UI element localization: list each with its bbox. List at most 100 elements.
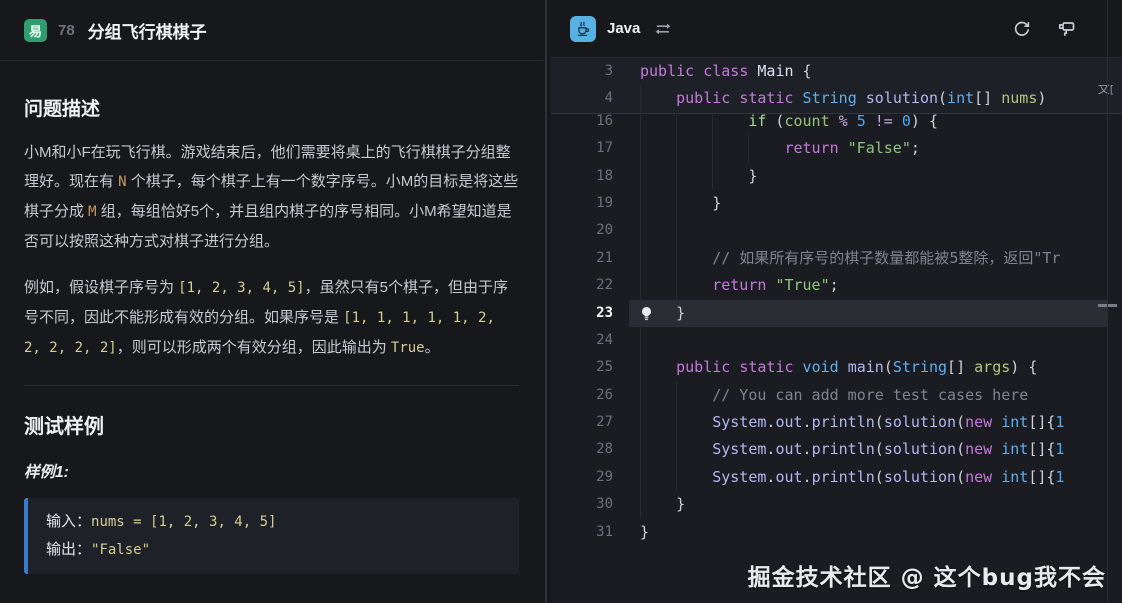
indent-guide xyxy=(640,464,676,491)
indent-guide xyxy=(640,491,676,518)
code-lines: 16if (count % 5 != 0) {17return "False";… xyxy=(551,114,1108,546)
editor-panel: Java xyxy=(551,0,1122,603)
section-divider xyxy=(24,385,519,386)
line-number: 18 xyxy=(551,163,613,190)
sample-output-code: "False" xyxy=(91,542,150,558)
sample-1-block: 输入：nums = [1, 2, 3, 4, 5] 输出："False" xyxy=(24,498,519,574)
problem-paragraph: 例如，假设棋子序号为 [1, 2, 3, 4, 5]，虽然只有5个棋子，但由于序… xyxy=(24,273,519,363)
indent-guide xyxy=(640,272,676,299)
indent-guide xyxy=(640,135,676,162)
sample-output-label: 输出： xyxy=(46,541,91,558)
indent-guide xyxy=(676,464,712,491)
inline-code: True xyxy=(391,340,425,356)
line-number: 26 xyxy=(551,382,613,409)
editor-header: Java xyxy=(551,0,1122,58)
indent-guide xyxy=(676,409,712,436)
indent-guide xyxy=(676,163,712,190)
sample-output-row: 输出："False" xyxy=(46,536,501,564)
code-line: 27System.out.println(solution(new int[]{… xyxy=(551,409,1108,436)
indent-guide xyxy=(712,163,748,190)
indent-guide xyxy=(640,354,676,381)
code-line: 19} xyxy=(551,190,1108,217)
active-code-line: 23} xyxy=(551,300,1108,327)
inline-code: N xyxy=(118,174,126,190)
problem-body: 问题描述 小M和小F在玩飞行棋。游戏结束后，他们需要将桌上的飞行棋棋子分组整理好… xyxy=(0,61,543,603)
line-number: 21 xyxy=(551,245,613,272)
indent-guide xyxy=(676,436,712,463)
indent-guide xyxy=(640,382,676,409)
line-number: 3 xyxy=(551,58,613,85)
line-number: 22 xyxy=(551,272,613,299)
reset-code-icon[interactable] xyxy=(1013,20,1031,38)
line-number: 31 xyxy=(551,519,613,546)
sticky-scroll-lines: 3public class Main {4public static Strin… xyxy=(551,58,1122,114)
line-number: 24 xyxy=(551,327,613,354)
code-line: 31} xyxy=(551,519,1108,546)
code-line: 22return "True"; xyxy=(551,272,1108,299)
watermark-text: 掘金技术社区 @ 这个bug我不会 xyxy=(748,558,1106,592)
code-line: 24 xyxy=(551,327,1108,354)
inline-code: [1, 2, 3, 4, 5] xyxy=(178,280,304,296)
line-number: 19 xyxy=(551,190,613,217)
sample-1-label: 样例1: xyxy=(24,460,519,482)
description-heading: 问题描述 xyxy=(24,94,519,121)
inline-code: [1, 1, 1, 1, 1, 2, 2, 2, 2, 2] xyxy=(24,310,495,356)
code-line: 30} xyxy=(551,491,1108,518)
line-number: 30 xyxy=(551,491,613,518)
indent-guide xyxy=(640,327,676,354)
problem-panel: 易 78 分组飞行棋棋子 问题描述 小M和小F在玩飞行棋。游戏结束后，他们需要将… xyxy=(0,0,543,603)
indent-guide xyxy=(676,245,712,272)
code-line: 4public static String solution(int[] num… xyxy=(551,85,1122,112)
problem-id: 78 xyxy=(58,22,75,39)
java-logo-icon xyxy=(570,16,596,42)
code-line: 17return "False"; xyxy=(551,135,1108,162)
code-line: 29System.out.println(solution(new int[]{… xyxy=(551,464,1108,491)
code-line: 18} xyxy=(551,163,1108,190)
indent-guide xyxy=(640,163,676,190)
swap-language-icon[interactable] xyxy=(654,22,672,36)
code-line: 21// 如果所有序号的棋子数量都能被5整除，返回"Tr xyxy=(551,245,1108,272)
problem-header: 易 78 分组飞行棋棋子 xyxy=(0,0,543,61)
indent-guide xyxy=(640,217,676,244)
indent-guide xyxy=(676,272,712,299)
code-line: 16if (count % 5 != 0) { xyxy=(551,114,1108,135)
indent-guide xyxy=(640,409,676,436)
indent-guide xyxy=(712,135,748,162)
line-number: 20 xyxy=(551,217,613,244)
inline-code: M xyxy=(88,204,96,220)
samples-heading: 测试样例 xyxy=(24,410,519,439)
code-line: 25public static void main(String[] args)… xyxy=(551,354,1108,381)
problem-title: 分组飞行棋棋子 xyxy=(88,18,207,43)
indent-guide xyxy=(748,135,784,162)
code-editor[interactable]: 3public class Main {4public static Strin… xyxy=(551,58,1122,603)
code-line: 3public class Main { xyxy=(551,58,1122,85)
difficulty-badge: 易 xyxy=(24,19,47,42)
line-number: 4 xyxy=(551,85,613,112)
indent-guide xyxy=(712,114,748,135)
line-number: 23 xyxy=(551,300,613,327)
indent-guide xyxy=(640,190,676,217)
indent-guide xyxy=(640,114,676,135)
code-line: 26// You can add more test cases here xyxy=(551,382,1108,409)
indent-guide xyxy=(676,217,712,244)
line-number: 25 xyxy=(551,354,613,381)
language-label[interactable]: Java xyxy=(607,20,640,37)
code-line: 20 xyxy=(551,217,1108,244)
sample-input-label: 输入： xyxy=(46,513,91,530)
indent-guide xyxy=(676,190,712,217)
indent-guide xyxy=(676,135,712,162)
format-code-icon[interactable] xyxy=(1057,20,1076,38)
sample-input-code: nums = [1, 2, 3, 4, 5] xyxy=(91,514,276,530)
indent-guide xyxy=(676,382,712,409)
line-number: 28 xyxy=(551,436,613,463)
sample-input-row: 输入：nums = [1, 2, 3, 4, 5] xyxy=(46,508,501,536)
line-number: 17 xyxy=(551,135,613,162)
indent-guide xyxy=(640,245,676,272)
lightbulb-icon[interactable] xyxy=(640,307,653,321)
editor-scrollbar-divider xyxy=(1107,0,1108,603)
panel-splitter[interactable] xyxy=(543,0,551,603)
line-number: 29 xyxy=(551,464,613,491)
indent-guide xyxy=(640,85,676,112)
problem-paragraph: 小M和小F在玩飞行棋。游戏结束后，他们需要将桌上的飞行棋棋子分组整理好。现在有 … xyxy=(24,138,519,256)
editor-scrollbar[interactable] xyxy=(1108,58,1122,603)
